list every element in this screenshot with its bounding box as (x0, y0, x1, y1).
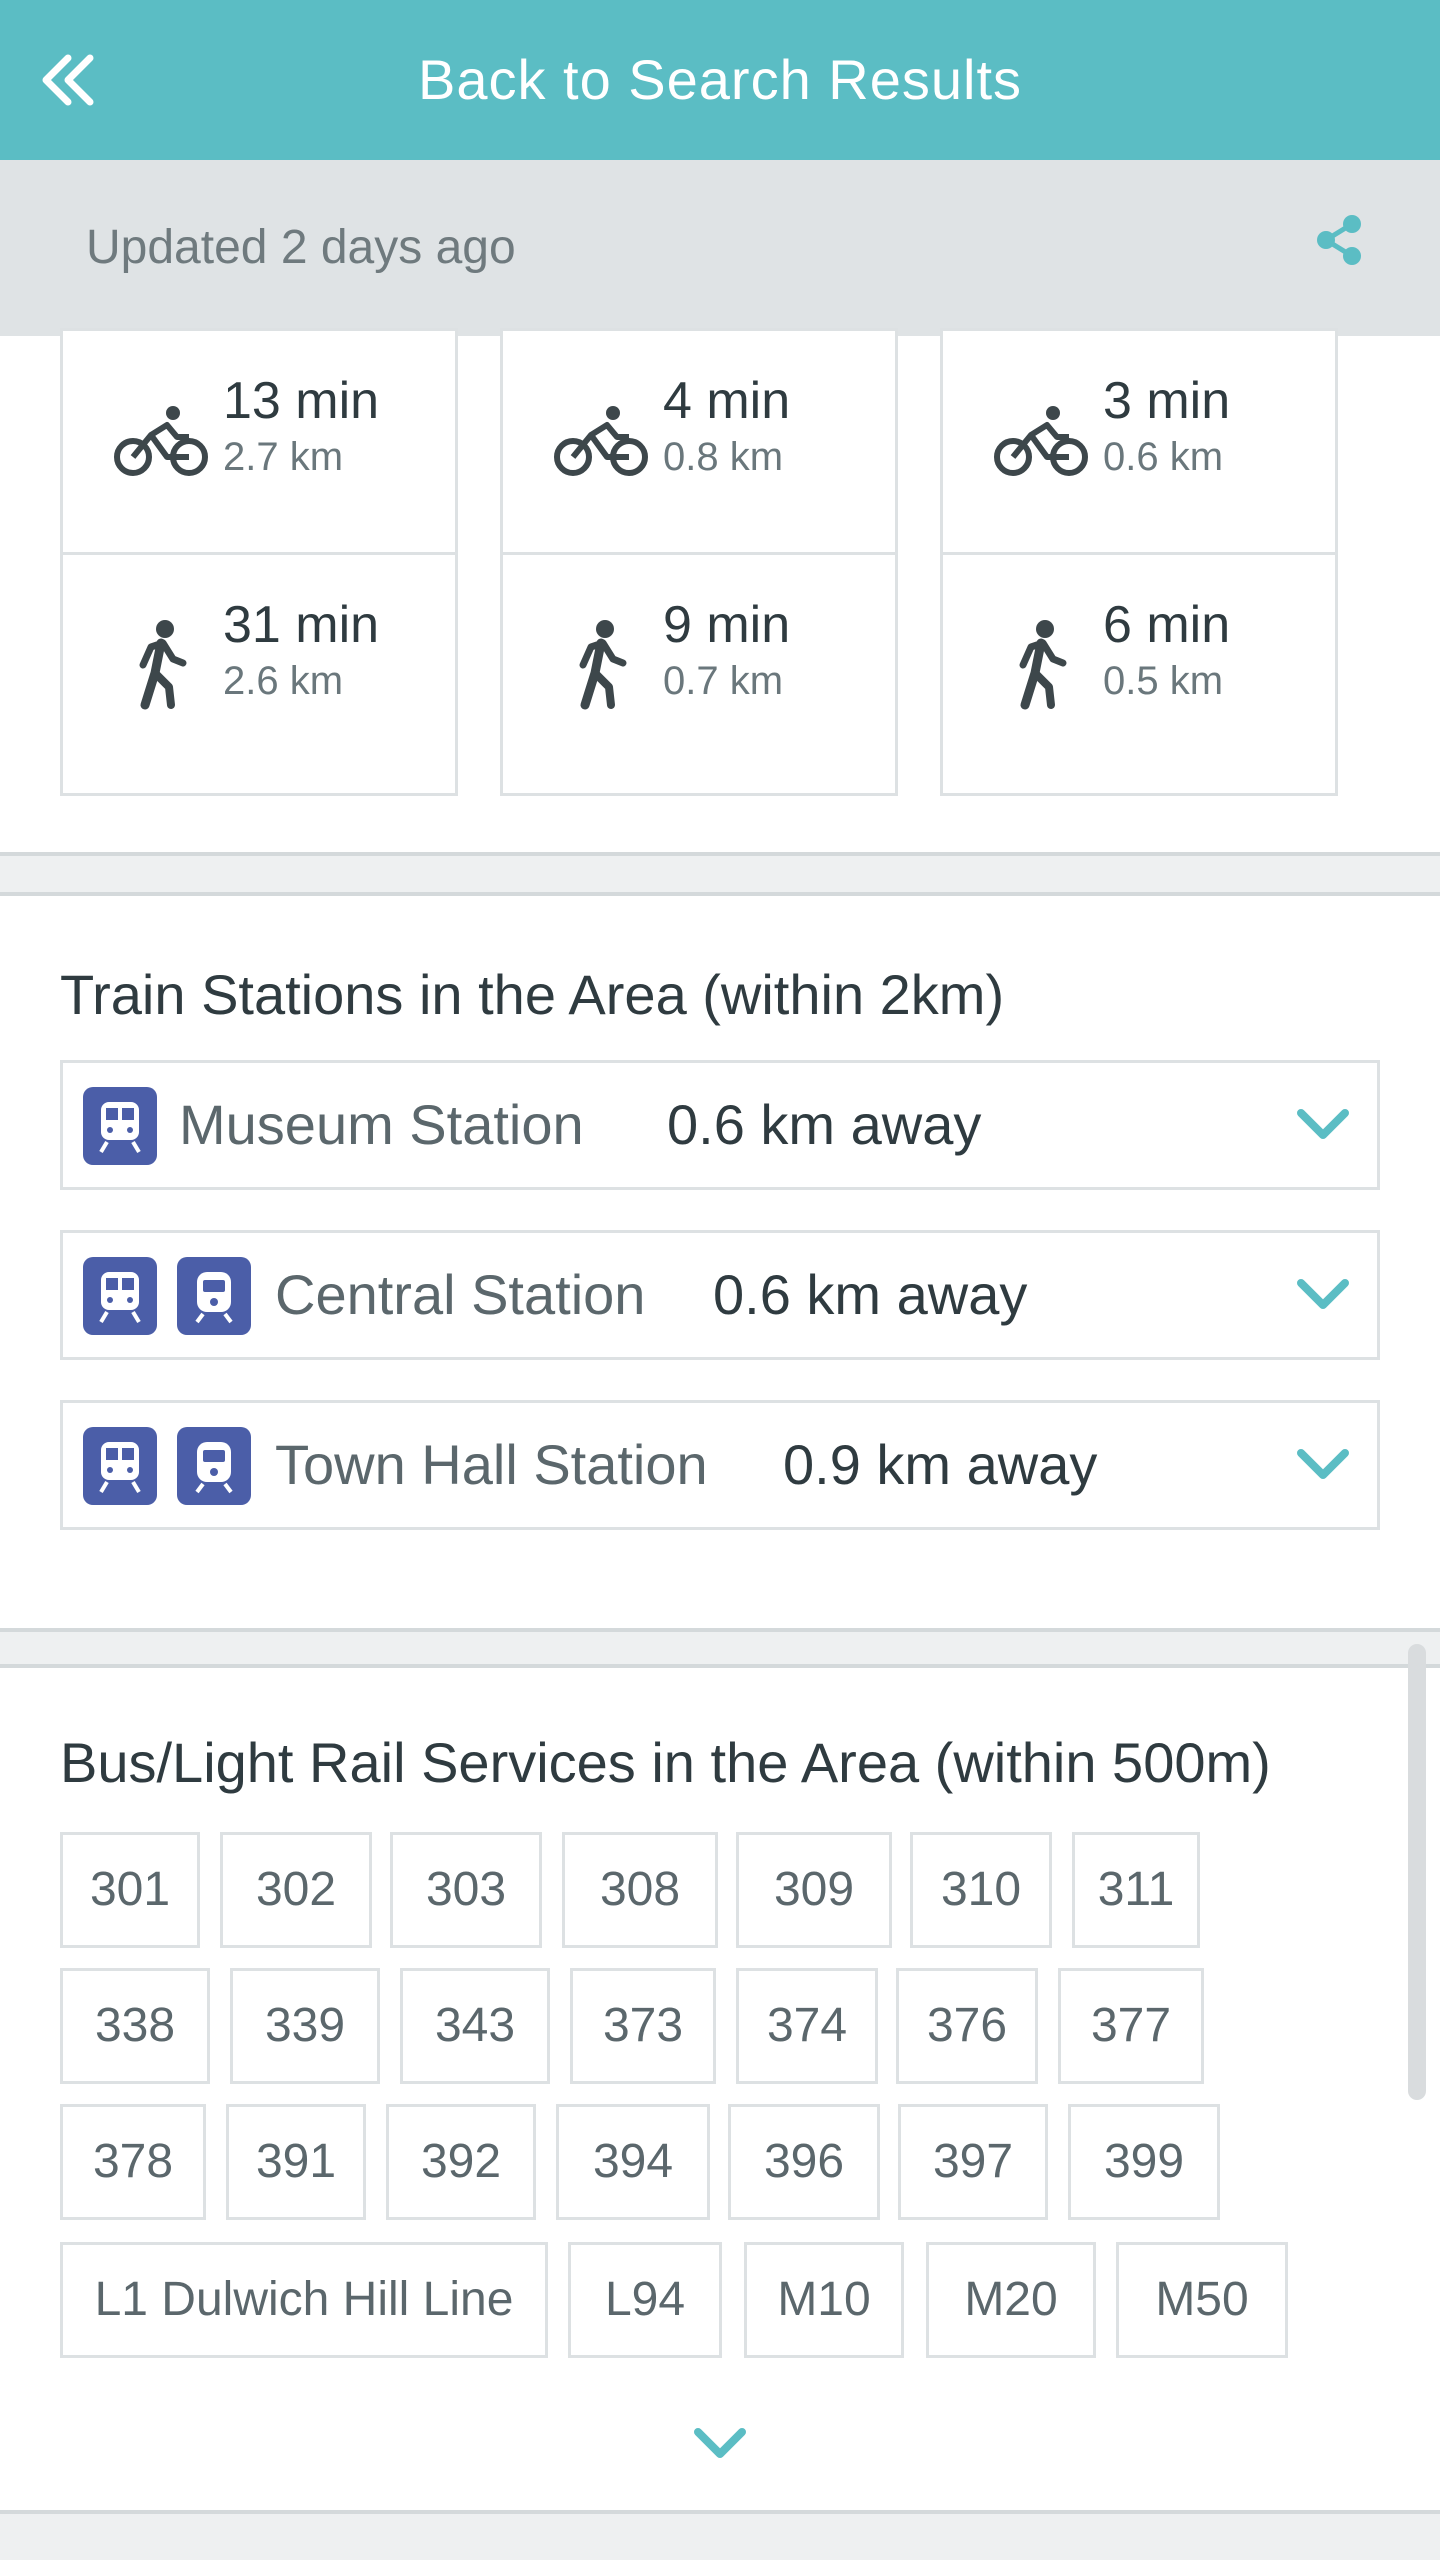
walking-person-icon (579, 620, 627, 710)
route-chip[interactable]: 391 (226, 2104, 366, 2220)
station-distance: 0.6 km away (667, 1093, 982, 1156)
walking-time: 6 min (1103, 596, 1231, 654)
train-stations-card: Train Stations in the Area (within 2km) … (0, 892, 1440, 1632)
route-chip[interactable]: 303 (390, 1832, 542, 1948)
station-row-museum[interactable]: Museum Station 0.6 km away (60, 1060, 1380, 1190)
station-distance: 0.6 km away (713, 1263, 1028, 1326)
walking-person-icon (1019, 620, 1067, 710)
scrollbar[interactable] (1408, 1644, 1426, 2100)
walking-distance: 0.5 km (1103, 659, 1224, 703)
route-chip[interactable]: 302 (220, 1832, 372, 1948)
walking-tile: 31 min 2.6 km (60, 552, 458, 796)
route-chip[interactable]: 378 (60, 2104, 206, 2220)
route-chip[interactable]: M10 (744, 2242, 904, 2358)
route-chip[interactable]: 309 (736, 1832, 892, 1948)
walking-tile: 6 min 0.5 km (940, 552, 1338, 796)
route-chip[interactable]: 376 (896, 1968, 1038, 2084)
updated-text: Updated 2 days ago (86, 221, 516, 274)
walking-time: 9 min (663, 596, 791, 654)
cycling-time: 3 min (1103, 372, 1231, 430)
share-icon[interactable] (1300, 200, 1380, 280)
top-bar: Back to Search Results (0, 0, 1440, 160)
back-to-search-results-link[interactable]: Back to Search Results (0, 0, 1440, 160)
route-chip[interactable]: 397 (898, 2104, 1048, 2220)
route-chip[interactable]: 308 (562, 1832, 718, 1948)
intercity-train-icon (177, 1257, 251, 1335)
train-stations-title: Train Stations in the Area (within 2km) (60, 963, 1005, 1026)
route-chip[interactable]: 311 (1072, 1832, 1200, 1948)
walking-time: 31 min (223, 596, 380, 654)
bus-services-card: Bus/Light Rail Services in the Area (wit… (0, 1664, 1440, 2514)
updated-bar: Updated 2 days ago (0, 160, 1440, 336)
chevron-down-icon[interactable] (1293, 1439, 1353, 1491)
station-distance: 0.9 km away (783, 1433, 1098, 1496)
station-name: Town Hall Station (275, 1433, 708, 1496)
cycling-distance: 0.6 km (1103, 435, 1224, 479)
route-chip[interactable]: 394 (556, 2104, 710, 2220)
bicycle-icon (994, 406, 1088, 476)
station-row-town-hall[interactable]: Town Hall Station 0.9 km away (60, 1400, 1380, 1530)
bicycle-icon (554, 406, 648, 476)
cycling-distance: 0.8 km (663, 435, 784, 479)
cycling-time: 13 min (223, 372, 380, 430)
station-name: Central Station (275, 1263, 646, 1326)
route-chip[interactable]: 374 (736, 1968, 878, 2084)
route-chip[interactable]: L94 (568, 2242, 722, 2358)
show-more-chevron-icon[interactable] (690, 2424, 750, 2464)
bus-services-title: Bus/Light Rail Services in the Area (wit… (60, 1731, 1271, 1794)
route-chip[interactable]: 377 (1058, 1968, 1204, 2084)
route-chip[interactable]: M50 (1116, 2242, 1288, 2358)
route-chip[interactable]: 338 (60, 1968, 210, 2084)
bicycle-icon (114, 406, 208, 476)
travel-times-card: 13 min 2.7 km 4 min 0.8 km 3 min 0.6 km (0, 328, 1440, 856)
route-chip[interactable]: 310 (910, 1832, 1052, 1948)
cycling-tile: 4 min 0.8 km (500, 328, 898, 572)
route-chip[interactable]: 343 (400, 1968, 550, 2084)
train-icon (83, 1087, 157, 1165)
station-row-central[interactable]: Central Station 0.6 km away (60, 1230, 1380, 1360)
train-icon (83, 1427, 157, 1505)
route-chip[interactable]: 301 (60, 1832, 200, 1948)
route-chip[interactable]: L1 Dulwich Hill Line (60, 2242, 548, 2358)
train-icon (83, 1257, 157, 1335)
chevron-down-icon[interactable] (1293, 1099, 1353, 1151)
route-chip[interactable]: 339 (230, 1968, 380, 2084)
cycling-tile: 3 min 0.6 km (940, 328, 1338, 572)
route-chip[interactable]: M20 (926, 2242, 1096, 2358)
route-chip[interactable]: 396 (728, 2104, 880, 2220)
cycling-distance: 2.7 km (223, 435, 344, 479)
route-chip[interactable]: 373 (570, 1968, 716, 2084)
cycling-time: 4 min (663, 372, 791, 430)
station-name: Museum Station (179, 1093, 584, 1156)
cycling-tile: 13 min 2.7 km (60, 328, 458, 572)
walking-person-icon (139, 620, 187, 710)
route-chip[interactable]: 399 (1068, 2104, 1220, 2220)
walking-distance: 2.6 km (223, 659, 344, 703)
intercity-train-icon (177, 1427, 251, 1505)
walking-tile: 9 min 0.7 km (500, 552, 898, 796)
walking-distance: 0.7 km (663, 659, 784, 703)
route-chip[interactable]: 392 (386, 2104, 536, 2220)
chevron-down-icon[interactable] (1293, 1269, 1353, 1321)
